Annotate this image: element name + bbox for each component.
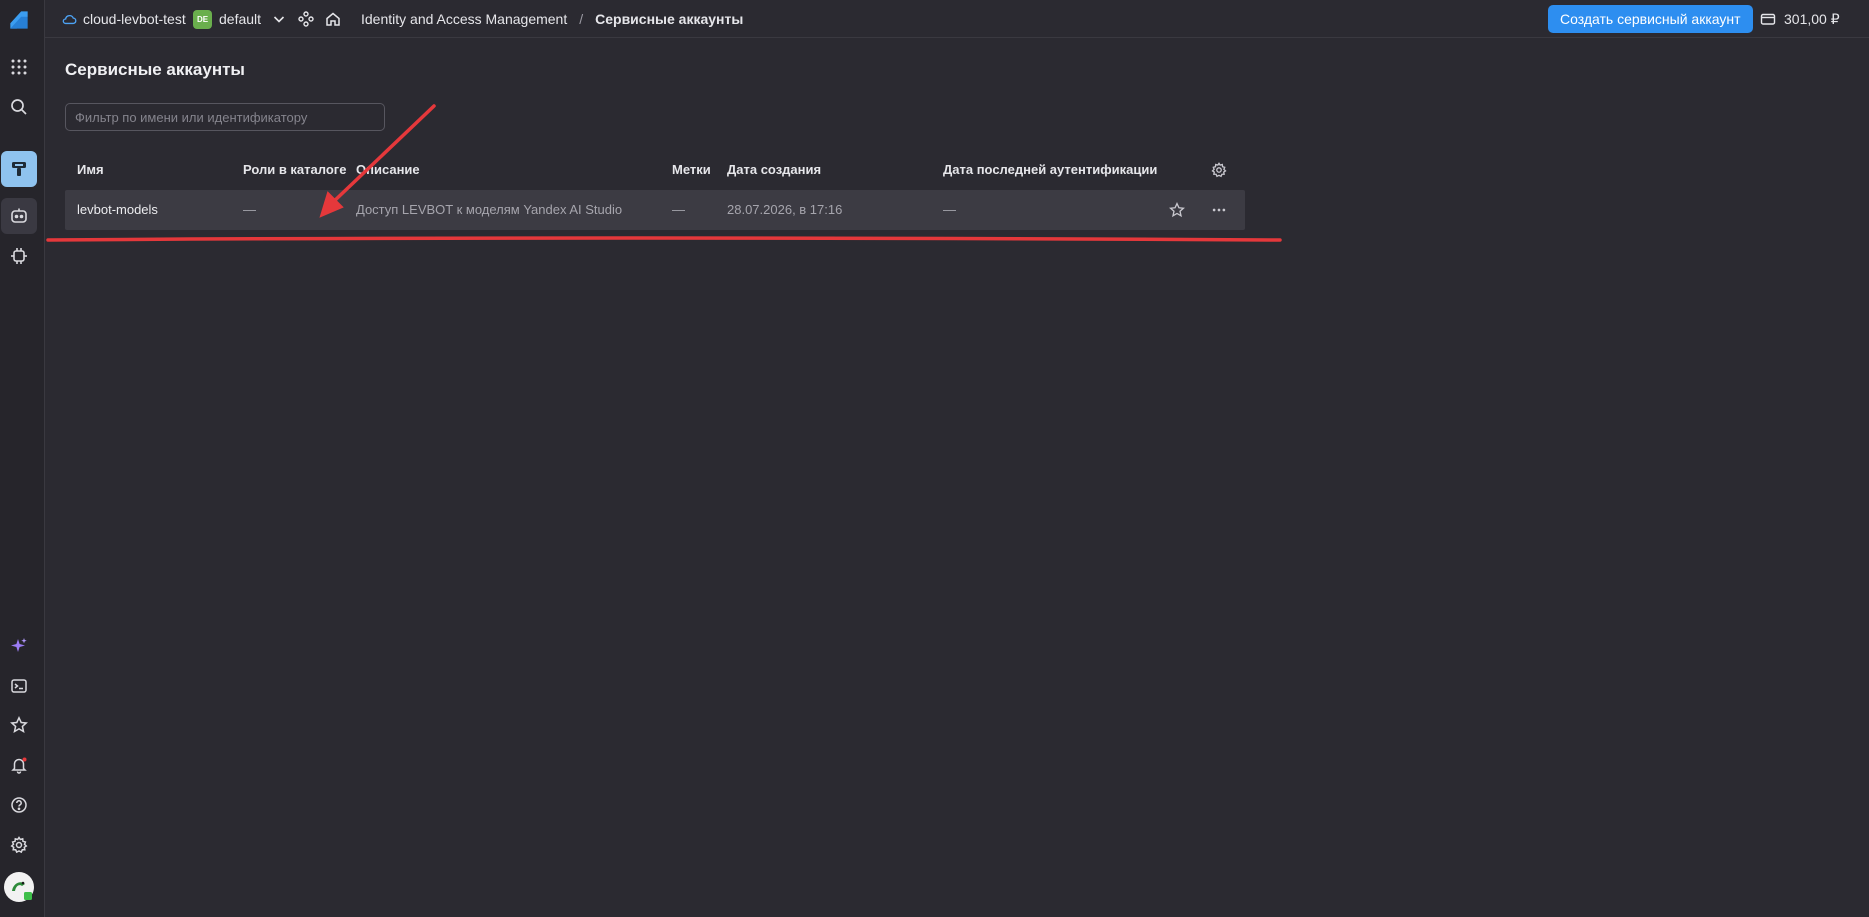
- balance-amount: 301,00 ₽: [1784, 10, 1840, 27]
- filter-input[interactable]: [65, 103, 385, 131]
- column-header-last-auth[interactable]: Дата последней аутентификации: [943, 155, 1157, 185]
- breadcrumb-current: Сервисные аккаунты: [595, 11, 744, 27]
- row-actions-ellipsis-icon[interactable]: [1207, 198, 1231, 222]
- cell-last-auth: —: [943, 202, 956, 217]
- table-row[interactable]: levbot-models — Доступ LEVBOT к моделям …: [65, 190, 1245, 230]
- create-service-account-button[interactable]: Создать сервисный аккаунт: [1548, 5, 1753, 33]
- apps-grid-icon[interactable]: [1, 49, 37, 85]
- breadcrumb-separator: /: [579, 11, 584, 27]
- billing-balance[interactable]: 301,00 ₽: [1760, 0, 1840, 38]
- help-icon[interactable]: [1, 787, 37, 823]
- home-icon[interactable]: [325, 0, 341, 38]
- bell-icon[interactable]: [1, 747, 37, 783]
- column-header-description[interactable]: Описание: [356, 155, 420, 185]
- folder-badge: DE: [193, 9, 212, 29]
- column-header-name[interactable]: Имя: [77, 155, 104, 185]
- wallet-icon: [1760, 11, 1776, 27]
- gear-icon[interactable]: [1, 827, 37, 863]
- favorite-star-icon[interactable]: [1165, 198, 1189, 222]
- star-icon[interactable]: [1, 707, 37, 743]
- chevron-down-icon[interactable]: [271, 11, 287, 27]
- logo-icon[interactable]: [1, 2, 37, 38]
- top-bar: cloud-levbot-test DE default Identity an…: [45, 0, 1869, 38]
- column-header-created[interactable]: Дата создания: [727, 155, 821, 185]
- service-account-icon[interactable]: [1, 198, 37, 234]
- avatar[interactable]: [1, 869, 37, 905]
- cell-description: Доступ LEVBOT к моделям Yandex AI Studio: [356, 202, 623, 217]
- terminal-icon[interactable]: [1, 668, 37, 704]
- breadcrumb-service[interactable]: Identity and Access Management: [361, 11, 567, 27]
- column-header-roles[interactable]: Роли в каталоге: [243, 155, 346, 185]
- services-hub-icon[interactable]: [298, 0, 314, 38]
- cloud-name: cloud-levbot-test: [83, 11, 186, 27]
- sparkle-icon[interactable]: [1, 628, 37, 664]
- cell-created: 28.07.2026, в 17:16: [727, 202, 843, 217]
- cell-name[interactable]: levbot-models: [77, 190, 158, 230]
- left-rail: [0, 0, 45, 917]
- cell-roles: —: [243, 202, 256, 217]
- breadcrumb: Identity and Access Management / Сервисн…: [361, 0, 743, 38]
- folder-name: default: [219, 11, 262, 27]
- page-title: Сервисные аккаунты: [65, 60, 245, 79]
- cloud-selector[interactable]: cloud-levbot-test: [61, 0, 186, 38]
- folder-selector[interactable]: DE default: [193, 0, 287, 38]
- iam-icon[interactable]: [1, 151, 37, 187]
- annotation-overlay: [46, 104, 1282, 242]
- cell-labels: —: [672, 202, 685, 217]
- plugin-icon[interactable]: [1, 238, 37, 274]
- column-header-labels[interactable]: Метки: [672, 155, 711, 185]
- cloud-icon: [61, 11, 77, 27]
- annotation-underline: [46, 236, 1282, 242]
- table-settings-gear-icon[interactable]: [1207, 158, 1231, 182]
- search-icon[interactable]: [1, 89, 37, 125]
